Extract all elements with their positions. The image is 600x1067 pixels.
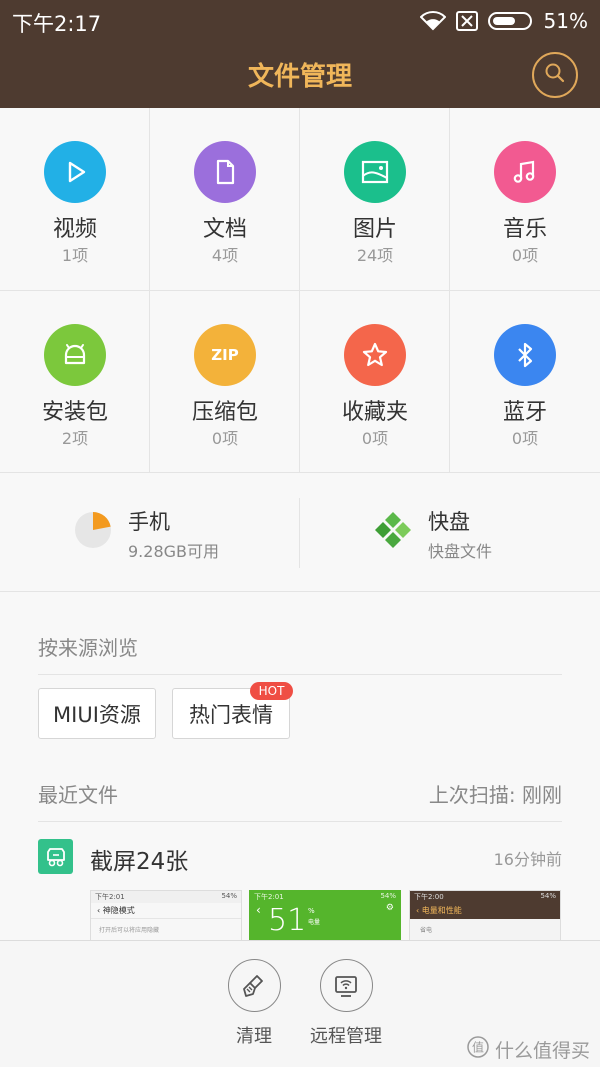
category-label: 视频 [52, 217, 97, 242]
thumb-title-text: 神隐模式 [102, 906, 135, 915]
thumb-battery-big: 51 [268, 903, 307, 938]
storage-desc: 快盘文件 [428, 542, 493, 561]
hot-badge: HOT [250, 682, 293, 700]
category-count: 0项 [211, 429, 239, 448]
music-icon [494, 141, 556, 203]
category-label: 蓝牙 [502, 400, 547, 425]
battery-icon [487, 11, 534, 31]
storage-phone[interactable]: 手机 9.28GB可用 [0, 474, 300, 592]
status-bar: 下午2:17 51% [0, 0, 600, 42]
thumb-time: 下午2:01 [95, 893, 125, 901]
watermark-text: 什么值得买 [494, 1040, 590, 1062]
category-music[interactable]: 音乐 0项 [450, 108, 600, 290]
document-icon [194, 141, 256, 203]
category-count: 1项 [61, 246, 89, 265]
storage-section: 手机 9.28GB可用 快盘 快盘文件 [0, 474, 600, 592]
category-count: 0项 [511, 429, 539, 448]
settings-icon: ⚙ [385, 903, 394, 913]
kuaipan-icon [374, 511, 412, 553]
remote-management-label: 远程管理 [310, 1026, 382, 1047]
category-label: 压缩包 [191, 400, 258, 425]
category-count: 0项 [511, 246, 539, 265]
clean-button[interactable]: 清理 [214, 959, 294, 1048]
thumb-status-bar: 下午2:01 54% [91, 891, 241, 903]
thumb-status-bar: 下午2:00 54% [410, 891, 560, 903]
status-time: 下午2:17 [12, 12, 102, 36]
thumb-title: ‹ 电量和性能 [410, 903, 560, 919]
thumb-title-text: 电量和性能 [421, 906, 462, 915]
storage-kuaipan[interactable]: 快盘 快盘文件 [300, 474, 600, 592]
battery-level: 51% [543, 9, 588, 33]
broom-icon [227, 959, 281, 1012]
category-label: 音乐 [502, 217, 547, 242]
category-count: 4项 [211, 246, 239, 265]
thumb-time: 下午2:00 [414, 893, 444, 901]
category-label: 收藏夹 [341, 400, 408, 425]
button-label: 热门表情 [189, 702, 273, 727]
zip-icon-text: ZIP [211, 346, 239, 364]
clean-label: 清理 [236, 1026, 272, 1047]
status-icons: 51% [419, 8, 588, 34]
thumb-body: 打开后可以将应用隐藏 [99, 927, 160, 934]
image-icon [344, 141, 406, 203]
thumb-body: 省电 [420, 927, 433, 934]
thumb-battery: 54% [221, 892, 237, 900]
category-archives[interactable]: ZIP 压缩包 0项 [150, 291, 300, 473]
remote-management-button[interactable]: 远程管理 [306, 959, 386, 1048]
browse-by-source-title: 按来源浏览 [38, 636, 138, 660]
search-button[interactable] [532, 52, 578, 98]
category-grid: 视频 1项 文档 4项 图片 24项 音乐 0项 安装包 2项 ZIP 压缩包 [0, 108, 600, 473]
category-documents[interactable]: 文档 4项 [150, 108, 300, 290]
storage-free: 9.28GB可用 [128, 542, 220, 561]
category-label: 文档 [202, 217, 247, 242]
storage-name: 手机 [128, 510, 170, 534]
thumb-title: ‹ 神隐模式 [91, 903, 241, 919]
thumb-battery: 54% [540, 892, 556, 900]
recent-files-title: 最近文件 [38, 783, 118, 807]
svg-text:值: 值 [472, 1040, 484, 1055]
recent-group-time: 16分钟前 [493, 850, 562, 869]
zip-icon: ZIP [194, 324, 256, 386]
thumb-battery: 54% [380, 892, 396, 900]
miui-resources-button[interactable]: MIUI资源 [38, 688, 156, 739]
category-label: 图片 [352, 217, 397, 242]
remote-wifi-monitor-icon [319, 959, 373, 1012]
watermark: 值 什么值得买 [467, 1036, 590, 1063]
category-images[interactable]: 图片 24项 [300, 108, 450, 290]
bluetooth-icon [494, 324, 556, 386]
recent-group-screenshots[interactable]: 截屏24张 16分钟前 [0, 822, 600, 892]
screenshot-icon [38, 839, 73, 874]
storage-name: 快盘 [428, 510, 470, 534]
android-icon [44, 324, 106, 386]
category-count: 2项 [61, 429, 89, 448]
divider [38, 674, 562, 675]
watermark-logo-icon: 值 [467, 1036, 489, 1063]
category-label: 安装包 [41, 400, 108, 425]
recent-group-name: 截屏24张 [90, 849, 189, 875]
star-icon [344, 324, 406, 386]
search-icon [544, 62, 566, 88]
category-count: 0项 [361, 429, 389, 448]
thumb-status-bar: 下午2:01 54% [250, 891, 400, 903]
thumb-unit-sub: 电量 [308, 919, 321, 926]
no-sim-icon [455, 11, 478, 31]
button-label: MIUI资源 [53, 702, 141, 727]
category-count: 24项 [356, 246, 394, 265]
category-bluetooth[interactable]: 蓝牙 0项 [450, 291, 600, 473]
play-icon [44, 141, 106, 203]
pie-storage-icon [74, 511, 112, 553]
wifi-icon [419, 11, 446, 31]
category-apks[interactable]: 安装包 2项 [0, 291, 150, 473]
scan-status: 上次扫描: 刚刚 [428, 783, 562, 807]
thumb-unit: % [308, 907, 315, 915]
category-favorites[interactable]: 收藏夹 0项 [300, 291, 450, 473]
page-title: 文件管理 [247, 62, 352, 92]
title-bar: 下午2:17 51% 文件管理 [0, 0, 600, 108]
back-arrow-icon: ‹ [256, 903, 261, 917]
thumb-time: 下午2:01 [254, 893, 284, 901]
category-videos[interactable]: 视频 1项 [0, 108, 150, 290]
